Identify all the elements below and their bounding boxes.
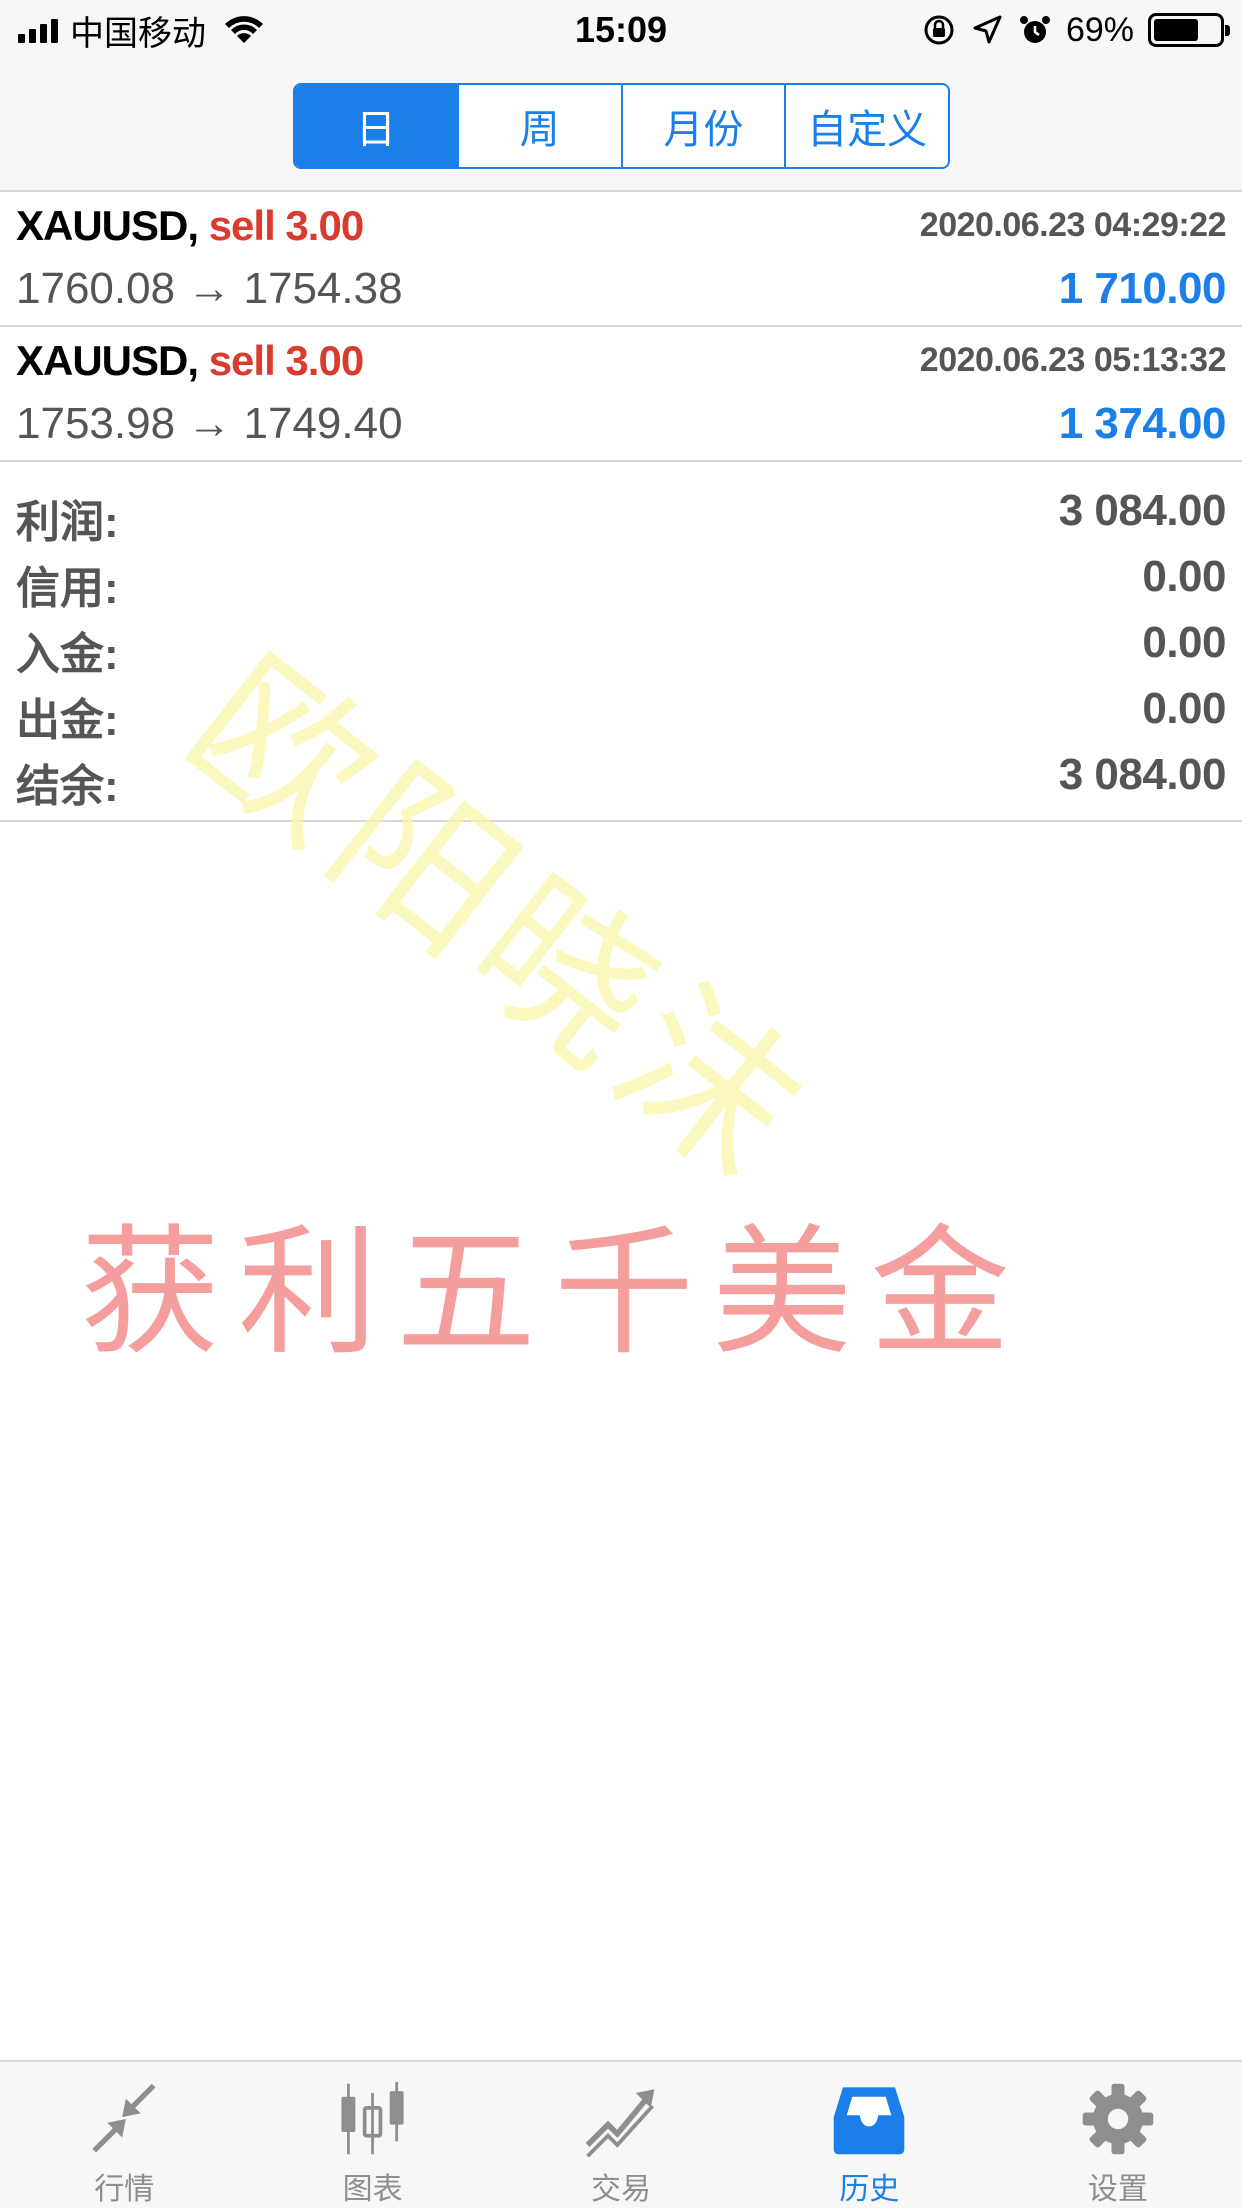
summary-label: 结余: [16, 762, 119, 811]
quotes-arrows-icon [92, 2083, 156, 2153]
tab-label: 历史 [839, 2173, 900, 2206]
summary-value: 3 084.00 [1058, 486, 1227, 535]
deal-time: 2020.06.23 04:29:22 [919, 206, 1227, 244]
bottom-tab-bar: 行情 图表 交易 历史 设置 [0, 2060, 1242, 2208]
deal-time: 2020.06.23 05:13:32 [919, 341, 1227, 379]
summary-value: 0.00 [1142, 552, 1226, 601]
tab-history[interactable]: 历史 [745, 2062, 993, 2208]
status-bar: 中国移动 15:09 69% [0, 0, 1242, 60]
battery-percent: 69% [1065, 10, 1134, 49]
summary-value: 0.00 [1142, 618, 1226, 667]
segment-month[interactable]: 月份 [623, 85, 787, 167]
summary-value: 3 084.00 [1058, 750, 1227, 799]
deal-prices: 1760.08 → 1754.38 [16, 264, 403, 313]
deal-symbol-line: XAUUSD, sell 3.00 [16, 202, 364, 250]
deal-profit: 1 374.00 [1058, 399, 1227, 448]
tab-quotes[interactable]: 行情 [0, 2062, 248, 2208]
summary-row-profit: 利润: 3 084.00 [0, 476, 1242, 547]
deal-profit: 1 710.00 [1058, 264, 1227, 313]
history-inbox-icon [834, 2087, 905, 2155]
rotation-lock-icon [924, 15, 954, 45]
candlestick-chart-icon [341, 2081, 404, 2155]
period-segmented-control: 日 周 月份 自定义 [293, 83, 950, 169]
tab-label: 交易 [591, 2173, 652, 2206]
tab-label: 行情 [94, 2173, 155, 2206]
summary-value: 0.00 [1142, 684, 1226, 733]
tab-settings[interactable]: 设置 [994, 2062, 1242, 2208]
summary-label: 信用: [16, 564, 119, 613]
tab-label: 图表 [342, 2173, 403, 2206]
deals-list: XAUUSD, sell 3.00 2020.06.23 04:29:22 17… [0, 192, 1242, 462]
summary-row-deposit: 入金: 0.00 [0, 608, 1242, 679]
header: 日 周 月份 自定义 [0, 60, 1242, 192]
deal-type: sell 3.00 [208, 202, 364, 249]
summary-label: 入金: [16, 630, 119, 679]
deal-symbol: XAUUSD, [16, 337, 199, 384]
summary-row-credit: 信用: 0.00 [0, 542, 1242, 613]
deal-symbol-line: XAUUSD, sell 3.00 [16, 337, 364, 385]
deal-row[interactable]: XAUUSD, sell 3.00 2020.06.23 04:29:22 17… [0, 192, 1242, 327]
deal-symbol: XAUUSD, [16, 202, 199, 249]
segment-custom[interactable]: 自定义 [786, 85, 948, 167]
segment-day[interactable]: 日 [295, 85, 459, 167]
summary-label: 出金: [16, 696, 119, 745]
deal-prices: 1753.98 → 1749.40 [16, 399, 403, 448]
battery-icon [1148, 13, 1230, 47]
summary-label: 利润: [16, 498, 119, 547]
trade-trend-icon [585, 2089, 655, 2158]
deal-type: sell 3.00 [208, 337, 364, 384]
alarm-clock-icon [1019, 16, 1050, 43]
location-arrow-icon [973, 15, 1002, 44]
slogan-watermark: 获利五千美金 [80, 1212, 1029, 1375]
settings-gear-icon [1082, 2083, 1154, 2155]
tab-label: 设置 [1087, 2173, 1148, 2206]
battery-level [1154, 19, 1199, 41]
summary-row-withdrawal: 出金: 0.00 [0, 674, 1242, 745]
tab-trade[interactable]: 交易 [497, 2062, 745, 2208]
tab-chart[interactable]: 图表 [248, 2062, 496, 2208]
deal-row[interactable]: XAUUSD, sell 3.00 2020.06.23 05:13:32 17… [0, 327, 1242, 462]
segment-week[interactable]: 周 [459, 85, 623, 167]
